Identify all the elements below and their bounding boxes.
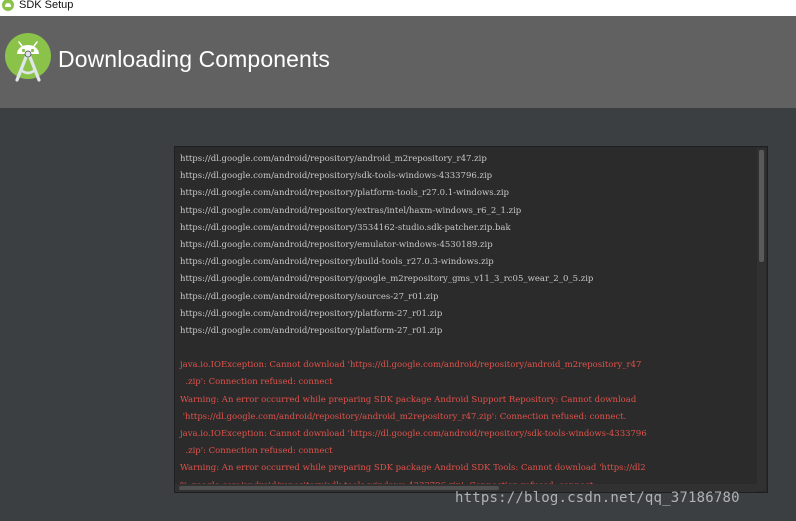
log-line-error: Warning: An error occurred while prepari… <box>180 394 637 405</box>
log-line: https://dl.google.com/android/repository… <box>180 291 439 302</box>
log-line-error: java.io.IOException: Cannot download 'ht… <box>180 429 647 439</box>
vertical-scrollbar[interactable] <box>757 148 766 491</box>
watermark: https://blog.csdn.net/qq_37186780 <box>455 490 740 506</box>
log-line: https://dl.google.com/android/repository… <box>180 325 443 336</box>
log-line: https://dl.google.com/android/repository… <box>180 205 522 216</box>
log-line-error: .zip': Connection refused: connect <box>180 446 333 457</box>
scrollbar-thumb[interactable] <box>179 486 499 490</box>
log-line: https://dl.google.com/android/repository… <box>180 308 443 319</box>
android-studio-logo-icon <box>5 33 51 82</box>
page-title: Downloading Components <box>58 46 330 72</box>
log-line-error: .zip': Connection refused: connect <box>180 377 333 388</box>
log-line: https://dl.google.com/android/repository… <box>180 274 594 285</box>
log-line-error: 'https://dl.google.com/android/repositor… <box>180 411 627 422</box>
log-line: https://dl.google.com/android/repository… <box>180 171 493 182</box>
log-line: https://dl.google.com/android/repository… <box>180 222 511 233</box>
log-line-error: java.io.IOException: Cannot download 'ht… <box>180 360 642 371</box>
android-icon <box>2 0 14 11</box>
log-line: https://dl.google.com/android/repository… <box>180 239 493 250</box>
download-log-panel[interactable]: https://dl.google.com/android/repository… <box>174 146 768 493</box>
download-log: https://dl.google.com/android/repository… <box>180 151 748 492</box>
log-line: https://dl.google.com/android/repository… <box>180 257 494 268</box>
header-banner: Downloading Components <box>0 16 796 108</box>
scrollbar-thumb[interactable] <box>759 150 764 262</box>
log-line: https://dl.google.com/android/repository… <box>180 188 509 199</box>
title-bar: SDK Setup <box>0 0 796 16</box>
log-line-error: Warning: An error occurred while prepari… <box>180 463 646 474</box>
log-line: https://dl.google.com/android/repository… <box>180 154 487 164</box>
window-title: SDK Setup <box>19 0 74 11</box>
